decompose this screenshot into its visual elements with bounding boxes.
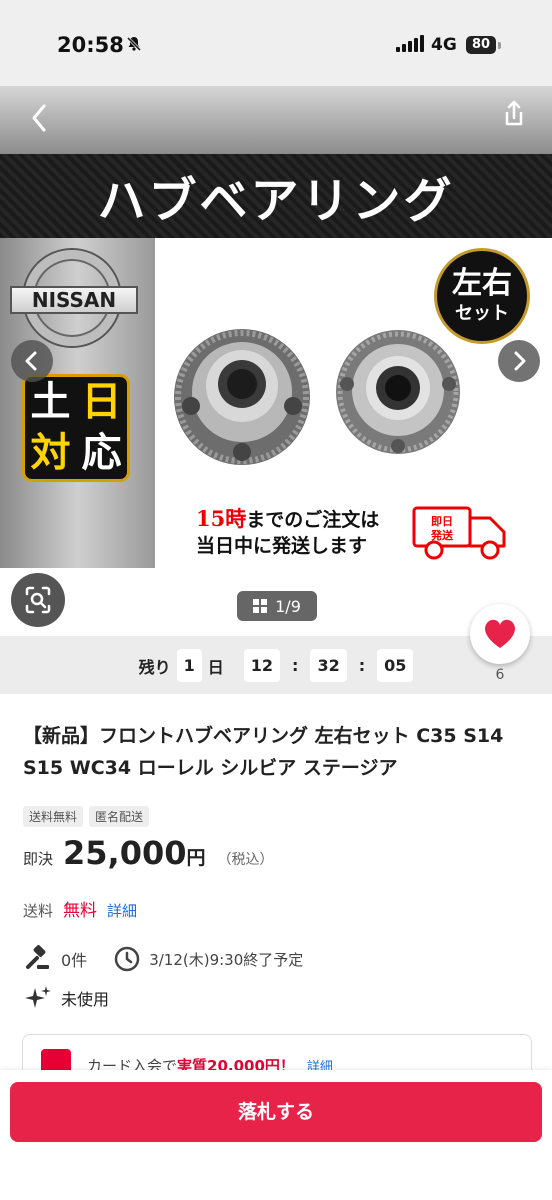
countdown-seconds: 05 <box>377 649 414 682</box>
countdown-minutes: 32 <box>310 649 347 682</box>
bell-slash-icon <box>126 36 142 56</box>
chevron-left-icon <box>25 351 37 371</box>
gavel-icon <box>26 945 49 969</box>
battery-tip <box>498 42 501 49</box>
battery-icon: 80 <box>466 36 496 54</box>
previous-image-button[interactable] <box>11 340 53 382</box>
bottom-action-bar: 落札する <box>0 1070 552 1200</box>
like-count: 6 <box>495 667 505 683</box>
tag-free-shipping: 送料無料 <box>23 806 84 827</box>
banner-title: ハブベアリング <box>97 173 455 229</box>
share-icon[interactable] <box>494 94 534 134</box>
signal-icon <box>396 35 424 52</box>
price-row: 即決 25,000 円 （税込） <box>23 834 274 872</box>
image-gallery[interactable]: ハブベアリング NISSAN 土 日 対 応 左右 セット 15時までのご注文は… <box>0 86 552 636</box>
condition-row: 未使用 <box>23 984 109 1012</box>
shipping-label: 送料 <box>23 902 54 920</box>
set-badge: 左右 セット <box>434 248 530 344</box>
countdown-hours: 12 <box>243 649 281 682</box>
image-counter[interactable]: 1/9 <box>237 591 317 621</box>
listing-title: 【新品】フロントハブベアリング 左右セット C35 S14 S15 WC34 ロ… <box>23 725 504 779</box>
listing-tags: 送料無料 匿名配送 <box>23 806 150 827</box>
shipping-details-link[interactable]: 詳細 <box>107 900 137 921</box>
truck-icon: 即日 発送 <box>412 506 506 560</box>
truck-label-line1: 即日 <box>431 515 453 528</box>
chevron-left-icon[interactable] <box>22 96 58 136</box>
image-search-button[interactable] <box>11 573 65 627</box>
image-search-icon <box>25 586 51 614</box>
chevron-right-icon <box>514 351 526 371</box>
product-banner: ハブベアリング <box>0 154 552 238</box>
brand-panel: NISSAN 土 日 対 応 <box>0 238 155 568</box>
truck-label-line2: 発送 <box>430 528 454 542</box>
countdown-separator: : <box>292 656 299 675</box>
countdown-days: 1 <box>176 649 202 682</box>
grid-icon <box>253 599 268 613</box>
hub-bearing-image <box>174 329 310 465</box>
shipping-row: 送料 無料 詳細 <box>23 896 137 921</box>
tag-anonymous-delivery: 匿名配送 <box>89 806 150 827</box>
nav-bar <box>0 86 552 154</box>
end-time: 3/12(木)9:30終了予定 <box>149 950 304 969</box>
tax-note: （税込） <box>217 852 274 868</box>
hub-bearing-image <box>336 330 460 454</box>
bid-count: 0件 <box>61 951 88 970</box>
countdown-prefix: 残り <box>138 657 171 677</box>
like-button[interactable] <box>470 604 530 664</box>
image-counter-text: 1/9 <box>275 596 301 616</box>
shipping-value: 無料 <box>63 901 98 921</box>
next-image-button[interactable] <box>498 340 540 382</box>
countdown-separator: : <box>358 656 366 675</box>
clock-icon <box>114 946 140 972</box>
shipping-note: 15時までのご注文は 当日中に発送します <box>196 506 380 557</box>
nissan-logo: NISSAN <box>10 250 138 350</box>
item-condition: 未使用 <box>61 990 110 1009</box>
price-value: 25,000 <box>63 834 187 872</box>
buy-now-button[interactable]: 落札する <box>10 1082 542 1142</box>
price-currency: 円 <box>186 847 206 869</box>
heart-icon <box>485 619 515 648</box>
bid-info-row: 0件 3/12(木)9:30終了予定 <box>23 944 303 974</box>
status-bar: 20:58 4G 80 <box>0 0 552 86</box>
price-label: 即決 <box>23 850 54 868</box>
network-type: 4G <box>431 35 457 55</box>
fitment-badge: 土 日 対 応 <box>22 374 130 482</box>
sparkle-icon <box>25 986 51 1008</box>
status-time: 20:58 <box>57 33 124 57</box>
countdown-day-unit: 日 <box>207 657 224 677</box>
